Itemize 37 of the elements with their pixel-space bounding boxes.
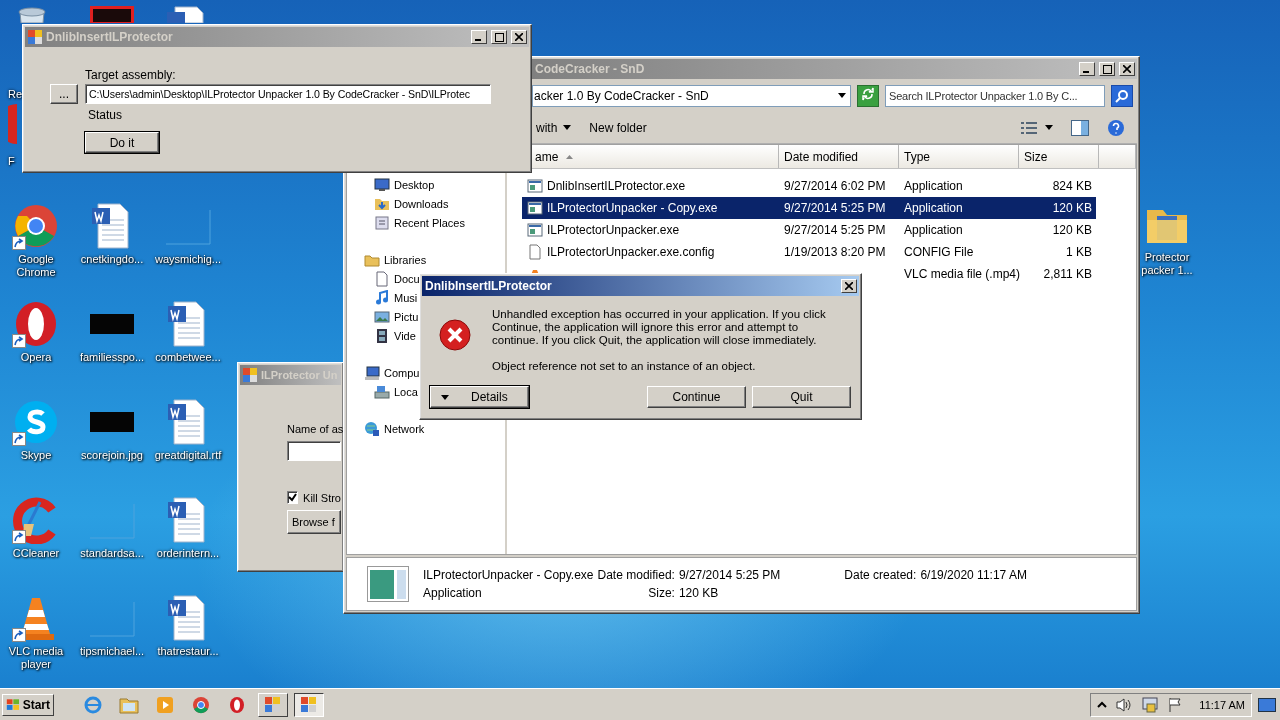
file-name: ILProtectorUnpacker.exe.config — [547, 245, 715, 259]
file-size: 2,811 KB — [1043, 267, 1092, 281]
file-date: 9/27/2014 6:02 PM — [784, 179, 886, 193]
details-file-name: ILProtectorUnpacker - Copy.exe — [423, 568, 594, 582]
file-size: 120 KB — [1052, 201, 1092, 215]
file-size: 120 KB — [1052, 223, 1092, 237]
file-name: ILProtectorUnpacker.exe — [547, 223, 680, 237]
address-text: acker 1.0 By CodeCracker - SnD — [534, 88, 709, 103]
file-date: 1/19/2013 8:20 PM — [784, 245, 886, 259]
file-date: 9/27/2014 5:25 PM — [784, 223, 886, 237]
file-type: Application — [904, 223, 963, 237]
details-value: 9/27/2014 5:25 PM — [678, 568, 781, 582]
details-label: Date modified: — [597, 568, 675, 582]
file-type: Application — [904, 179, 963, 193]
file-date: 9/27/2014 5:25 PM — [784, 201, 886, 215]
details-label: Date created: — [844, 568, 917, 582]
search-placeholder: Search ILProtector Unpacker 1.0 By C... — [889, 89, 1078, 102]
file-type: VLC media file (.mp4) — [904, 267, 1021, 281]
file-size: 1 KB — [1066, 245, 1092, 259]
details-value: 6/19/2020 11:17 AM — [920, 568, 1027, 582]
field-label: Target assembly: — [85, 68, 177, 82]
file-name: DnlibInsertILProtector.exe — [547, 179, 686, 193]
error-detail: Object reference not set to an instance of an object. — [492, 360, 757, 373]
details-value: 120 KB — [678, 586, 720, 600]
window-title: CodeCracker - SnD — [535, 62, 646, 76]
window-title: DnlibInsertILProtector — [46, 30, 174, 44]
file-type: CONFIG File — [904, 245, 974, 259]
dialog-title: DnlibInsertILProtector — [425, 279, 553, 293]
status-text: Status — [88, 108, 124, 122]
field-label: Name of as — [287, 423, 341, 435]
details-file-type: Application — [423, 586, 483, 600]
checkbox-label: Kill Stro — [303, 491, 341, 504]
file-type: Application — [904, 201, 963, 215]
error-message: Unhandled exception has occurred in your application. If you click Continue, the application will ignore this error and attempt to continue. If you click Quit, the application will close immediately. — [492, 308, 827, 347]
file-size: 824 KB — [1052, 179, 1092, 193]
details-label: Size: — [648, 586, 675, 600]
file-name: ILProtectorUnpacker - Copy.exe — [547, 201, 718, 215]
